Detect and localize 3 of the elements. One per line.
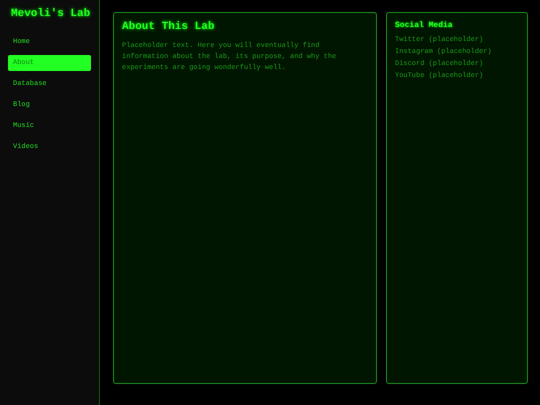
- card-title: Social Media: [395, 21, 454, 30]
- card-title: About This Lab: [122, 21, 216, 33]
- site-title: Mevoli's Lab: [11, 8, 91, 20]
